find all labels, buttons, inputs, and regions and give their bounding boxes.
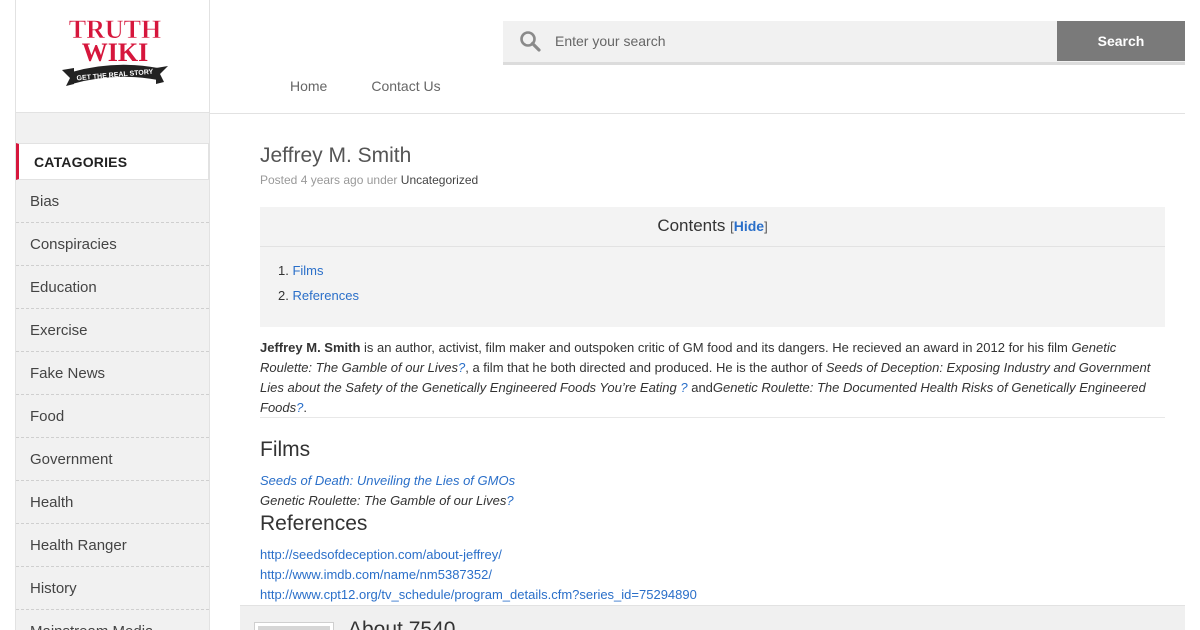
toc-link-references[interactable]: References xyxy=(292,288,358,303)
intro-text: is an author, activist, film maker and o… xyxy=(360,340,1072,355)
search-button[interactable]: Search xyxy=(1057,21,1185,61)
reference-link[interactable]: http://www.imdb.com/name/nm5387352/ xyxy=(260,567,492,582)
author-box-title: About 7540 xyxy=(348,618,456,630)
post-meta-prefix: Posted 4 years ago under xyxy=(260,173,398,187)
search-bar: Search xyxy=(503,21,1185,65)
post-title: Jeffrey M. Smith xyxy=(260,144,412,167)
nav-home[interactable]: Home xyxy=(290,78,327,94)
main-nav: Home Contact Us xyxy=(290,78,441,94)
truth-wiki-logo[interactable]: TRUTH WIKI GET THE REAL STORY xyxy=(60,14,170,90)
avatar xyxy=(255,623,333,630)
intro-paragraph: Jeffrey M. Smith is an author, activist,… xyxy=(260,338,1170,418)
toc-bracket-close: ] xyxy=(764,219,768,234)
toc-item-number: 1. xyxy=(278,263,289,278)
toc-item: 2. References xyxy=(278,288,1165,313)
references-heading: References xyxy=(260,512,368,535)
post-meta: Posted 4 years ago under Uncategorized xyxy=(260,173,478,187)
logo-area: TRUTH WIKI GET THE REAL STORY xyxy=(16,0,209,113)
svg-text:WIKI: WIKI xyxy=(82,38,148,67)
categories-title: CATAGORIES xyxy=(16,143,209,180)
search-icon xyxy=(520,31,541,52)
intro-text: and xyxy=(687,380,713,395)
toc-item-number: 2. xyxy=(278,288,289,303)
reference-link[interactable]: http://www.cpt12.org/tv_schedule/program… xyxy=(260,587,697,602)
category-item-history[interactable]: History xyxy=(16,567,209,610)
toc-list: 1. Films 2. References xyxy=(260,247,1165,313)
author-box: About 7540 xyxy=(240,605,1185,630)
category-item-bias[interactable]: Bias xyxy=(16,180,209,223)
missing-link-marker[interactable]: ? xyxy=(506,493,513,508)
film-title: Genetic Roulette: The Gamble of our Live… xyxy=(260,493,507,508)
post-category-link[interactable]: Uncategorized xyxy=(401,173,478,187)
category-item-food[interactable]: Food xyxy=(16,395,209,438)
sidebar: TRUTH WIKI GET THE REAL STORY CATAGORIES… xyxy=(15,0,210,630)
header-divider xyxy=(210,113,1185,114)
missing-link-marker[interactable]: ? xyxy=(677,380,687,395)
table-of-contents: Contents [Hide] 1. Films 2. References xyxy=(260,207,1165,327)
categories-list: Bias Conspiracies Education Exercise Fak… xyxy=(16,180,209,630)
category-item-health-ranger[interactable]: Health Ranger xyxy=(16,524,209,567)
film-item: Genetic Roulette: The Gamble of our Live… xyxy=(260,493,514,508)
category-item-government[interactable]: Government xyxy=(16,438,209,481)
toc-item: 1. Films xyxy=(278,263,1165,288)
categories-panel: CATAGORIES Bias Conspiracies Education E… xyxy=(16,113,209,630)
category-item-education[interactable]: Education xyxy=(16,266,209,309)
films-heading: Films xyxy=(260,438,311,461)
category-item-exercise[interactable]: Exercise xyxy=(16,309,209,352)
content-divider xyxy=(260,417,1165,418)
intro-text: . xyxy=(303,400,307,415)
category-item-mainstream-media[interactable]: Mainstream Media xyxy=(16,610,209,630)
intro-name: Jeffrey M. Smith xyxy=(260,340,361,355)
reference-link[interactable]: http://seedsofdeception.com/about-jeffre… xyxy=(260,547,502,562)
category-item-fake-news[interactable]: Fake News xyxy=(16,352,209,395)
film-link[interactable]: Seeds of Death: Unveiling the Lies of GM… xyxy=(260,473,515,488)
toc-link-films[interactable]: Films xyxy=(292,263,323,278)
category-item-conspiracies[interactable]: Conspiracies xyxy=(16,223,209,266)
category-item-health[interactable]: Health xyxy=(16,481,209,524)
toc-hide-link[interactable]: Hide xyxy=(734,218,764,234)
toc-title: Contents xyxy=(657,216,726,235)
search-input[interactable] xyxy=(555,21,1055,61)
intro-text: , a film that he both directed and produ… xyxy=(465,360,826,375)
nav-contact-us[interactable]: Contact Us xyxy=(371,78,440,94)
toc-header: Contents [Hide] xyxy=(260,207,1165,247)
